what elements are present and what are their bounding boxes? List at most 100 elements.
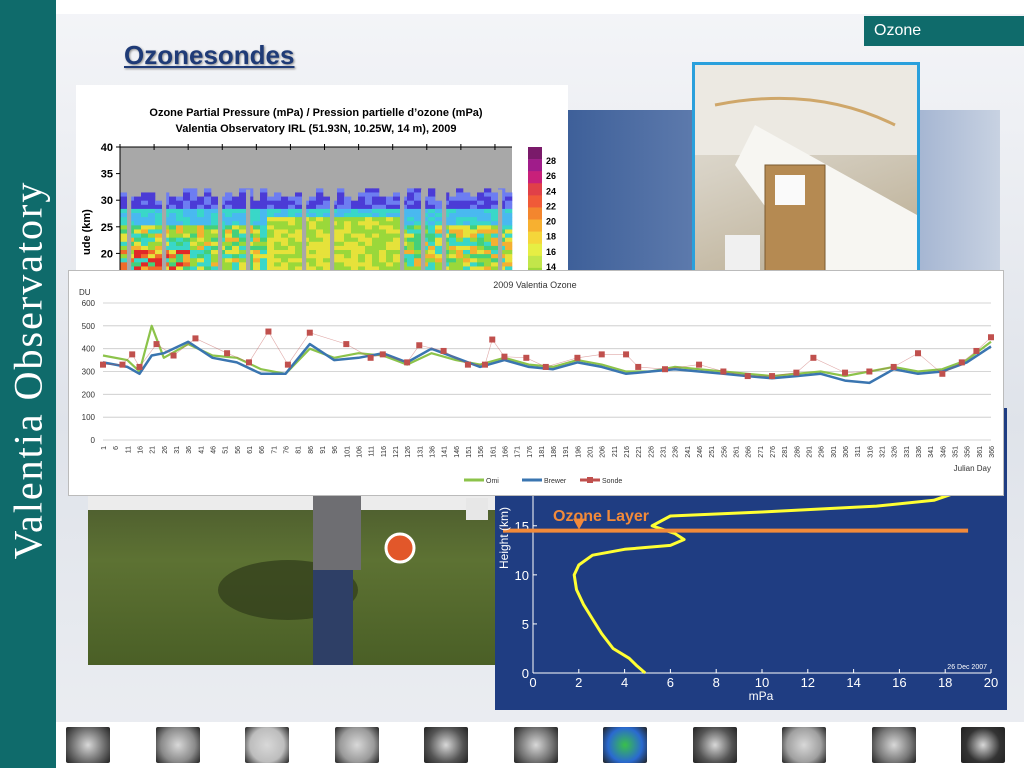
ts-x-tick: 156	[478, 446, 485, 458]
sonde-point	[696, 361, 703, 368]
heatmap-cell	[505, 262, 513, 267]
heatmap-cell	[204, 188, 212, 193]
heatmap-cell	[120, 241, 128, 247]
heatmap-cell	[267, 262, 275, 267]
thumbnail-building-photo[interactable]	[66, 727, 110, 763]
heatmap-cell	[344, 204, 352, 210]
heatmap-cell	[449, 241, 457, 247]
sonde-point	[542, 363, 549, 370]
heatmap-cell	[169, 213, 177, 218]
heatmap-cell	[295, 213, 303, 218]
colorbar-tick: 28	[546, 156, 556, 166]
thumbnail-seismograph-photo[interactable]	[961, 727, 1005, 763]
heatmap-y-tick: 40	[101, 142, 113, 154]
heatmap-cell	[344, 237, 352, 243]
heatmap-cell	[120, 229, 128, 234]
sidebar-title: Valentia Observatory	[5, 180, 51, 560]
heatmap-cell	[190, 229, 198, 234]
heatmap-cell	[477, 192, 485, 197]
heatmap-cell	[225, 213, 233, 218]
heatmap-cell	[407, 229, 415, 234]
heatmap-cell	[491, 237, 499, 243]
heatmap-cell	[267, 200, 275, 206]
heatmap-cell	[281, 254, 289, 259]
ts-x-tick: 281	[782, 446, 789, 458]
heatmap-cell	[225, 237, 233, 243]
ts-x-tick: 226	[648, 446, 655, 458]
heatmap-cell	[358, 250, 366, 255]
ts-x-tick: 321	[880, 446, 887, 458]
heatmap-cell	[141, 229, 149, 234]
sonde-point	[793, 369, 800, 376]
thumbnail-globe-photo[interactable]	[513, 727, 558, 763]
heatmap-cell	[141, 221, 149, 226]
heatmap-cell	[141, 204, 149, 210]
heatmap-cell	[169, 208, 177, 214]
heatmap-cell	[379, 250, 387, 255]
heatmap-cell	[372, 245, 380, 251]
heatmap-cell	[414, 262, 422, 267]
ts-x-tick: 136	[429, 446, 436, 458]
profile-y-tick: 0	[522, 666, 529, 681]
heatmap-cell	[477, 245, 485, 251]
heatmap-cell	[505, 192, 513, 197]
heatmap-cell	[183, 241, 191, 247]
thumbnail-molecules-photo[interactable]	[155, 727, 200, 763]
heatmap-cell	[141, 241, 149, 247]
heatmap-cell	[470, 258, 478, 263]
thumbnail-instrument-photo[interactable]	[334, 727, 379, 763]
timeseries-title: 2009 Valentia Ozone	[493, 280, 576, 290]
heatmap-cell	[288, 233, 296, 238]
heatmap-cell	[414, 192, 422, 197]
heatmap-cell	[358, 254, 366, 259]
sonde-point	[440, 347, 447, 354]
heatmap-cell	[155, 217, 163, 222]
heatmap-cell	[190, 258, 198, 263]
profile-x-tick: 16	[892, 675, 906, 690]
heatmap-cell	[309, 225, 317, 230]
profile-y-tick: 5	[522, 617, 529, 632]
heatmap-cell	[435, 221, 443, 226]
ts-x-tick: 306	[843, 446, 850, 458]
heatmap-cell	[204, 200, 212, 206]
thumbnail-ozone-hole-photo[interactable]	[603, 727, 647, 763]
heatmap-cell	[316, 196, 324, 201]
heatmap-cell	[365, 241, 373, 247]
thumbnail-radar-photo[interactable]	[871, 727, 916, 763]
heatmap-cell	[393, 233, 401, 238]
heatmap-cell	[148, 245, 156, 251]
heatmap-cell	[379, 237, 387, 243]
heatmap-cell	[274, 204, 282, 210]
heatmap-cell	[274, 200, 282, 206]
heatmap-cell	[239, 229, 247, 234]
ts-y-tick: 0	[91, 436, 96, 445]
thumbnail-lightning-photo[interactable]	[692, 727, 737, 763]
heatmap-cell	[197, 245, 205, 251]
heatmap-cell	[393, 204, 401, 210]
ts-x-tick: 76	[283, 446, 290, 454]
sonde-point	[866, 368, 873, 375]
heatmap-cell	[155, 245, 163, 251]
ts-x-tick: 131	[417, 446, 424, 458]
heatmap-cell	[309, 241, 317, 247]
heatmap-cell	[274, 225, 282, 230]
thumbnail-volcano-photo[interactable]	[782, 727, 826, 763]
thumbnail-sun-disk-photo[interactable]	[245, 727, 289, 763]
heatmap-cell	[491, 204, 499, 210]
heatmap-cell	[337, 262, 345, 267]
heatmap-cell	[316, 200, 324, 206]
heatmap-cell	[344, 254, 352, 259]
thumbnail-tree-photo[interactable]	[424, 727, 468, 763]
heatmap-cell	[197, 250, 205, 255]
heatmap-cell	[463, 254, 471, 259]
heatmap-cell	[253, 213, 261, 218]
heatmap-cell	[379, 241, 387, 247]
heatmap-cell	[505, 200, 513, 206]
heatmap-cell	[309, 262, 317, 267]
heatmap-cell	[211, 233, 219, 238]
heatmap-cell	[267, 250, 275, 255]
heatmap-cell	[148, 262, 156, 267]
heatmap-cell	[239, 245, 247, 251]
heatmap-cell	[253, 254, 261, 259]
heatmap-cell	[141, 262, 149, 267]
